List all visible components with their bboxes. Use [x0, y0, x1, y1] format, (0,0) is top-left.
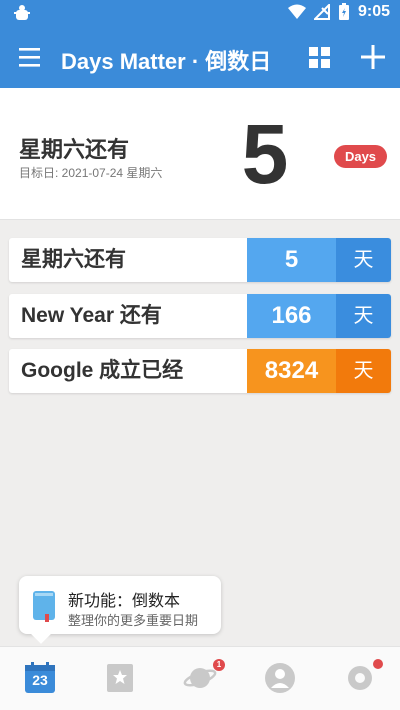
event-unit: 天	[336, 238, 391, 282]
event-label: New Year 还有	[21, 304, 162, 327]
status-bar: 9:05	[0, 0, 400, 28]
event-label: Google 成立已经	[21, 359, 184, 382]
tip-title: 新功能：倒数本	[68, 593, 181, 610]
calendar-day-number: 23	[32, 672, 48, 688]
bug-icon	[12, 3, 32, 28]
notebook-icon	[31, 590, 57, 622]
days-badge: Days	[334, 145, 387, 168]
event-row[interactable]: Google 成立已经 8324 天	[9, 349, 391, 393]
event-unit: 天	[336, 294, 391, 338]
app-title: Days Matter · 倒数日	[61, 49, 272, 74]
hamburger-menu-icon[interactable]	[16, 45, 46, 71]
event-days: 5	[247, 238, 336, 282]
settings-dot	[373, 659, 383, 669]
event-days: 166	[247, 294, 336, 338]
featured-countdown-card[interactable]: 星期六还有 目标日: 2021-07-24 星期六 5 Days	[0, 88, 400, 220]
featured-days-count: 5	[241, 107, 289, 201]
new-feature-tip[interactable]: 新功能：倒数本 整理你的更多重要日期	[19, 576, 221, 634]
planet-badge: 1	[213, 659, 225, 671]
star-list-icon[interactable]	[103, 661, 137, 695]
featured-event-title: 星期六还有	[19, 137, 130, 162]
bottom-navigation: 23 1	[0, 646, 400, 710]
event-days: 8324	[247, 349, 336, 393]
planet-icon[interactable]: 1	[183, 659, 225, 695]
grid-view-icon[interactable]	[306, 44, 334, 72]
event-unit: 天	[336, 349, 391, 393]
tip-subtitle: 整理你的更多重要日期	[68, 613, 199, 628]
event-row[interactable]: New Year 还有 166 天	[9, 294, 391, 338]
no-signal-icon	[313, 4, 330, 20]
event-label: 星期六还有	[21, 248, 126, 271]
event-row[interactable]: 星期六还有 5 天	[9, 238, 391, 282]
battery-charging-icon	[338, 3, 350, 21]
clock-time: 9:05	[357, 3, 390, 20]
add-icon[interactable]	[358, 42, 388, 72]
featured-target-date: 目标日: 2021-07-24 星期六	[19, 166, 163, 180]
calendar-icon[interactable]: 23	[23, 661, 57, 695]
settings-icon[interactable]	[343, 659, 383, 695]
app-toolbar: Days Matter · 倒数日	[0, 28, 400, 88]
wifi-icon	[287, 4, 306, 20]
profile-icon[interactable]	[263, 661, 297, 695]
